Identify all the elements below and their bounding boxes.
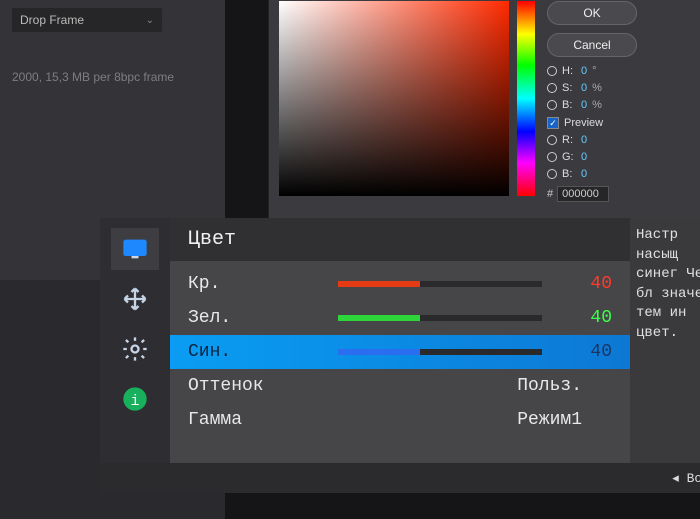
osd-back-label[interactable]: ◂ Воз: [672, 471, 700, 486]
preview-checkbox-row[interactable]: ✓ Preview: [547, 117, 697, 129]
preview-label: Preview: [564, 117, 603, 129]
drop-frame-dropdown[interactable]: Drop Frame ⌄: [12, 8, 162, 32]
osd-label: Син.: [188, 342, 338, 362]
frame-info-text: 2000, 15,3 MB per 8bpc frame: [12, 70, 213, 84]
hue-slider[interactable]: [517, 1, 535, 196]
osd-body: Цвет Кр. 40 Зел. 40 Син. 40: [170, 218, 630, 463]
radio-icon[interactable]: [547, 135, 557, 145]
osd-title: Цвет: [170, 218, 630, 261]
osd-bottom-bar: ◂ Воз: [100, 463, 700, 493]
gear-icon: [121, 335, 149, 363]
osd-row-gamma[interactable]: Гамма Режим1: [170, 403, 630, 437]
color-gradient-field[interactable]: [279, 1, 509, 196]
slider-fill: [338, 281, 420, 287]
color-picker-dialog: OK Cancel H: 0 ° S: 0 % B: 0 % ✓: [268, 0, 700, 230]
osd-slider-blue[interactable]: [338, 349, 542, 355]
move-arrows-icon: [121, 285, 149, 313]
osd-help-panel: Настр насыщ синег Чем бл значен тем ин ц…: [630, 218, 700, 463]
saturation-field[interactable]: S: 0 %: [547, 82, 697, 94]
svg-text:i: i: [130, 392, 139, 410]
osd-slider-green[interactable]: [338, 315, 542, 321]
slider-fill: [338, 315, 420, 321]
brightness-field[interactable]: B: 0 %: [547, 99, 697, 111]
r-field[interactable]: R: 0: [547, 134, 697, 146]
b-field[interactable]: B: 0: [547, 168, 697, 180]
info-icon: i: [121, 385, 149, 413]
osd-value: Польз.: [338, 376, 612, 396]
osd-value: 40: [562, 342, 612, 362]
hash-icon: #: [547, 188, 553, 200]
radio-icon[interactable]: [547, 152, 557, 162]
osd-value: Режим1: [338, 410, 612, 430]
ok-button[interactable]: OK: [547, 1, 637, 25]
osd-row-green[interactable]: Зел. 40: [170, 301, 630, 335]
hex-field[interactable]: # 000000: [547, 186, 697, 202]
osd-label: Кр.: [188, 274, 338, 294]
radio-icon[interactable]: [547, 83, 557, 93]
chevron-down-icon: ⌄: [146, 15, 154, 26]
radio-icon[interactable]: [547, 66, 557, 76]
hue-field[interactable]: H: 0 °: [547, 65, 697, 77]
color-picker-controls: OK Cancel H: 0 ° S: 0 % B: 0 % ✓: [547, 1, 697, 219]
g-field[interactable]: G: 0: [547, 151, 697, 163]
osd-tab-position[interactable]: [111, 278, 159, 320]
slider-fill: [338, 349, 420, 355]
osd-label: Гамма: [188, 410, 338, 430]
hex-input[interactable]: 000000: [557, 186, 609, 202]
checkbox-icon[interactable]: ✓: [547, 117, 559, 129]
radio-icon[interactable]: [547, 169, 557, 179]
osd-row-hue[interactable]: Оттенок Польз.: [170, 369, 630, 403]
cancel-button[interactable]: Cancel: [547, 33, 637, 57]
osd-rows: Кр. 40 Зел. 40 Син. 40 Оттенок Польз.: [170, 261, 630, 443]
osd-slider-red[interactable]: [338, 281, 542, 287]
osd-label: Оттенок: [188, 376, 338, 396]
osd-tab-display[interactable]: [111, 228, 159, 270]
osd-row-blue[interactable]: Син. 40: [170, 335, 630, 369]
radio-icon[interactable]: [547, 100, 557, 110]
drop-frame-label: Drop Frame: [20, 13, 84, 27]
background-app: Drop Frame ⌄ 2000, 15,3 MB per 8bpc fram…: [0, 0, 700, 519]
osd-tab-info[interactable]: i: [111, 378, 159, 420]
osd-row-red[interactable]: Кр. 40: [170, 267, 630, 301]
osd-sidebar: i: [100, 218, 170, 463]
monitor-icon: [121, 235, 149, 263]
osd-value: 40: [562, 274, 612, 294]
osd-value: 40: [562, 308, 612, 328]
osd-tab-settings[interactable]: [111, 328, 159, 370]
monitor-osd-menu: i Цвет Кр. 40 Зел. 40 Син. 40: [100, 218, 700, 463]
osd-label: Зел.: [188, 308, 338, 328]
